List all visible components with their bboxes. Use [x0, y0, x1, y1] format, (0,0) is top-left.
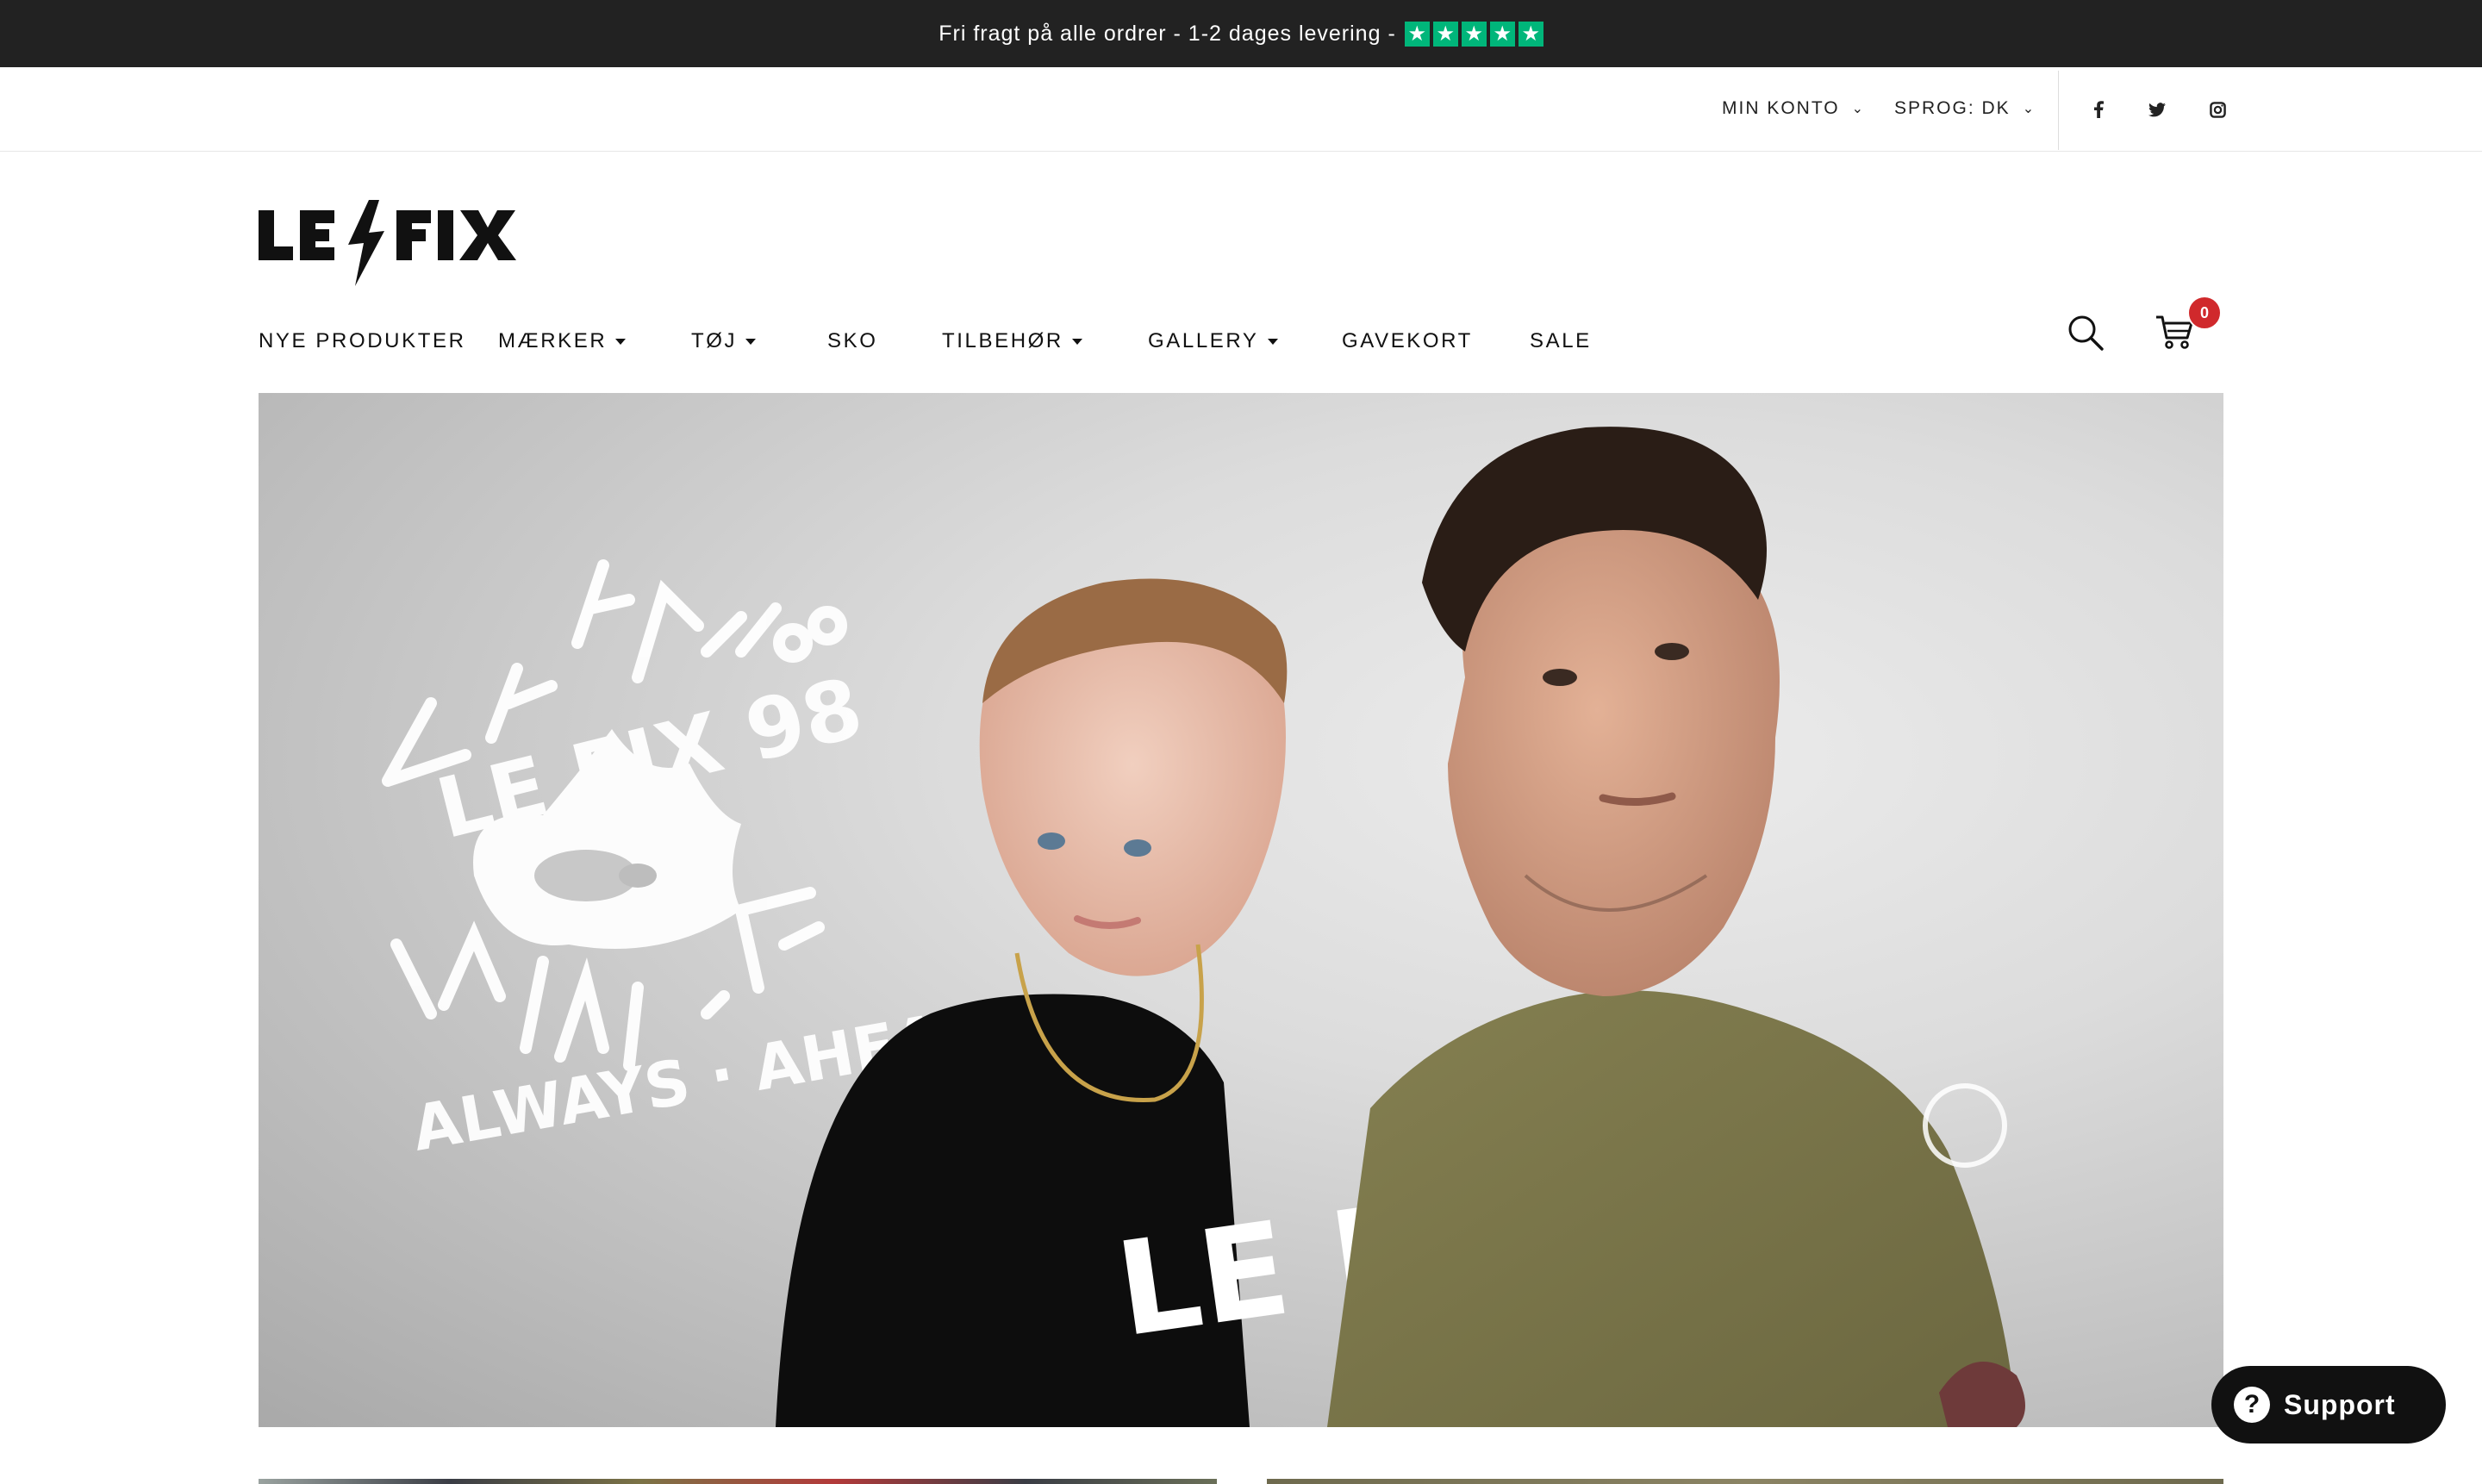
star-icon: ★ [1461, 21, 1487, 47]
hero-photo-man [1327, 427, 2025, 1427]
star-icon: ★ [1518, 21, 1543, 47]
nav-item-label: SALE [1530, 329, 1592, 352]
nav-item-label: GALLERY [1148, 329, 1259, 352]
caret-down-icon [1267, 338, 1278, 345]
instagram-icon[interactable] [2203, 95, 2232, 124]
nav-item-toj[interactable]: TØJ [691, 319, 757, 364]
trustpilot-stars[interactable]: ★ ★ ★ ★ ★ [1404, 21, 1543, 47]
nav-item-label: NYE PRODUKTER [259, 329, 466, 352]
nav-item-label: SKO [827, 329, 878, 352]
site-logo[interactable] [259, 200, 526, 291]
nav-item-tilbehor[interactable]: TILBEHØR [942, 319, 1082, 364]
chevron-down-icon: ⌄ [2022, 102, 2036, 116]
nav-item-maerker[interactable]: MÆRKER [498, 319, 627, 364]
hero-banner[interactable]: LE FIX 98 ALWAYS · AHEAD LE FIX [259, 393, 2223, 1427]
facebook-icon[interactable] [2084, 95, 2113, 124]
main-nav: NYE PRODUKTER MÆRKER TØJ SKO TILBEHØR GA… [0, 319, 2482, 364]
announcement-bar: Fri fragt på alle ordrer - 1-2 dages lev… [0, 0, 2482, 67]
nav-item-sko[interactable]: SKO [827, 319, 877, 364]
chevron-down-icon: ⌄ [1851, 102, 1866, 116]
account-label: MIN KONTO [1722, 98, 1840, 118]
star-icon: ★ [1489, 21, 1515, 47]
support-button[interactable]: ? Support [2211, 1366, 2446, 1443]
nav-item-gavekort[interactable]: GAVEKORT [1342, 319, 1473, 364]
nav-item-label: TØJ [691, 329, 738, 352]
language-label: SPROG: DK [1894, 98, 2011, 118]
announcement-text: Fri fragt på alle ordrer - 1-2 dages lev… [939, 21, 1396, 46]
language-menu[interactable]: SPROG: DK ⌄ [1894, 67, 2036, 150]
caret-down-icon [1071, 338, 1082, 345]
support-label: Support [2284, 1388, 2396, 1420]
nav-item-label: TILBEHØR [942, 329, 1063, 352]
nav-item-label: GAVEKORT [1342, 329, 1473, 352]
nav-item-gallery[interactable]: GALLERY [1148, 319, 1278, 364]
help-icon: ? [2234, 1387, 2270, 1423]
divider [2058, 71, 2059, 150]
star-icon: ★ [1432, 21, 1458, 47]
search-icon[interactable] [2067, 314, 2105, 352]
utility-bar: MIN KONTO ⌄ SPROG: DK ⌄ [0, 67, 2482, 152]
cart-count-badge: 0 [2187, 296, 2222, 330]
account-menu[interactable]: MIN KONTO ⌄ [1722, 67, 1865, 150]
collection-thumbnail-right[interactable] [1267, 1479, 2223, 1484]
nav-item-label: MÆRKER [498, 329, 608, 352]
caret-down-icon [745, 338, 757, 345]
twitter-icon[interactable] [2142, 95, 2172, 124]
collection-thumbnail-left[interactable] [259, 1479, 1217, 1484]
star-icon: ★ [1404, 21, 1430, 47]
nav-item-sale[interactable]: SALE [1530, 319, 1592, 364]
nav-item-nye-produkter[interactable]: NYE PRODUKTER [259, 319, 466, 364]
caret-down-icon [615, 338, 627, 345]
